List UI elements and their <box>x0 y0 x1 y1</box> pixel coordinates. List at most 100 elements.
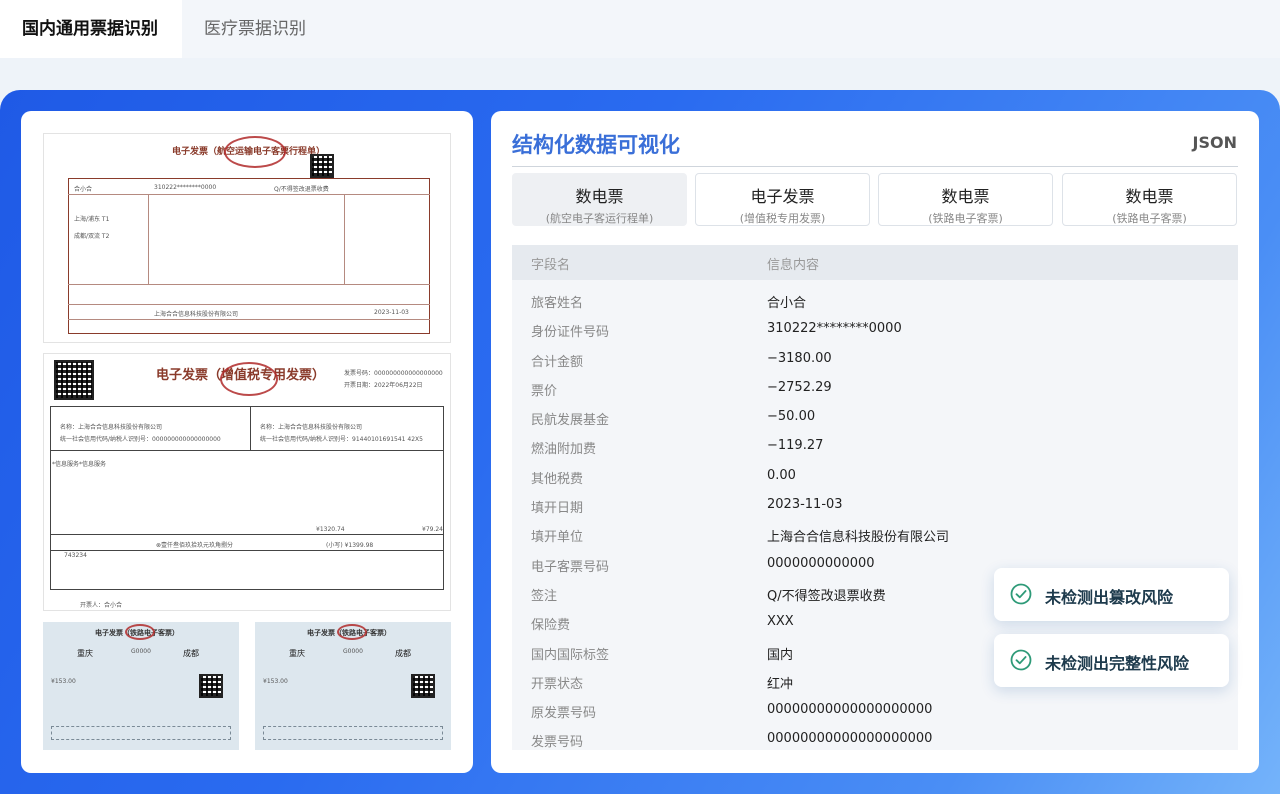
doc-tab-title: 数电票 <box>1125 187 1174 206</box>
field-name: 发票号码 <box>531 735 584 750</box>
station-to: 成都 <box>395 649 411 658</box>
tab-medical-invoice[interactable]: 医疗票据识别 <box>182 0 328 58</box>
header-field-name: 字段名 <box>531 258 571 273</box>
train-number: G0000 <box>343 648 363 655</box>
doc-tab-rail-ticket-1[interactable]: 数电票 (铁路电子客票) <box>878 173 1053 226</box>
invoice-rail-image-2[interactable]: 电子发票（铁路电子客票） 重庆 G0000 成都 ¥153.00 <box>255 622 451 750</box>
doc-tab-vat-invoice[interactable]: 电子发票 (增值税专用发票) <box>695 173 870 226</box>
qr-code <box>310 154 334 178</box>
item-tax: ¥79.24 <box>422 526 443 533</box>
field-value: 00000000000000000000 <box>767 702 933 718</box>
ticket-price: ¥153.00 <box>51 678 76 685</box>
table-rule <box>250 406 251 450</box>
field-value: −119.27 <box>767 438 824 454</box>
field-value: 00000000000000000000 <box>767 731 933 747</box>
tamper-check-badge: 未检测出篡改风险 <box>994 568 1229 621</box>
buyer-tax-id: 统一社会信用代码/纳税人识别号：000000000000000000 <box>60 436 221 443</box>
qr-code <box>411 674 435 698</box>
table-rule <box>68 194 430 195</box>
table-row: 票价 −2752.29 <box>512 372 1238 401</box>
station-from: 重庆 <box>289 649 305 658</box>
passenger-id: 310222********0000 <box>154 184 217 191</box>
doc-tab-subtitle: (铁路电子客票) <box>1112 212 1187 225</box>
check-circle-icon <box>1010 649 1032 671</box>
tab-bar: 国内通用票据识别 医疗票据识别 <box>0 0 1280 58</box>
divider <box>512 166 1238 167</box>
route-from: 上海/浦东 T1 <box>74 216 110 223</box>
table-rule <box>50 450 444 451</box>
table-rule <box>344 194 345 284</box>
qr-code <box>199 674 223 698</box>
doc-tab-title: 数电票 <box>941 187 990 206</box>
invoice-date: 开票日期：2022年06月22日 <box>344 382 423 389</box>
header-field-value: 信息内容 <box>767 258 820 273</box>
passenger-name: 合小合 <box>74 186 93 193</box>
invoice-rail-image-1[interactable]: 电子发票（铁路电子客票） 重庆 G0000 成都 ¥153.00 <box>43 622 239 750</box>
item-name: *信息服务*信息服务 <box>52 461 107 468</box>
panel-title: 结构化数据可视化 <box>512 133 680 157</box>
field-name: 票价 <box>531 383 558 399</box>
train-number: G0000 <box>131 648 151 655</box>
table-row: 填开日期 2023-11-03 <box>512 489 1238 518</box>
table-row: 民航发展基金 −50.00 <box>512 401 1238 430</box>
field-name: 签注 <box>531 588 558 604</box>
route-to: 成都/双流 T2 <box>74 233 110 240</box>
field-name: 民航发展基金 <box>531 413 610 429</box>
field-value: Q/不得签改退票收费 <box>767 588 886 604</box>
field-value: 0.00 <box>767 467 796 483</box>
table-row: 原发票号码 00000000000000000000 <box>512 694 1238 723</box>
table-rule <box>50 550 444 551</box>
issuer-name: 上海合合信息科技股份有限公司 <box>154 311 239 318</box>
table-row: 燃油附加费 −119.27 <box>512 430 1238 459</box>
field-name: 开票状态 <box>531 676 584 692</box>
field-value: 310222********0000 <box>767 321 902 337</box>
seal-stamp <box>220 362 278 396</box>
seal-stamp <box>224 136 286 168</box>
ticket-footer-box <box>51 726 231 740</box>
item-amount: ¥1320.74 <box>316 526 345 533</box>
field-name: 电子客票号码 <box>531 559 610 575</box>
field-value: 国内 <box>767 647 794 663</box>
table-rule <box>68 304 430 305</box>
field-name: 原发票号码 <box>531 706 597 722</box>
field-name: 保险费 <box>531 618 571 634</box>
seal-stamp <box>125 624 155 640</box>
issue-date: 2023-11-03 <box>374 309 409 316</box>
doc-tab-air-itinerary[interactable]: 数电票 (航空电子客运行程单) <box>512 173 687 226</box>
json-button[interactable]: JSON <box>1193 133 1237 152</box>
tab-general-invoice[interactable]: 国内通用票据识别 <box>0 0 182 58</box>
doc-tab-subtitle: (航空电子客运行程单) <box>545 212 654 225</box>
table-row: 其他税费 0.00 <box>512 460 1238 489</box>
field-value: 红冲 <box>767 676 794 692</box>
invoice-number: 发票号码：000000000000000000 <box>344 370 443 377</box>
total-in-words: ⊗壹仟叁佰玖拾玖元玖角捌分 <box>156 542 234 549</box>
doc-tab-title: 数电票 <box>575 187 624 206</box>
doc-tab-subtitle: (铁路电子客票) <box>928 212 1003 225</box>
table-header: 字段名 信息内容 <box>512 245 1238 280</box>
station-from: 重庆 <box>77 649 93 658</box>
invoice-air-itinerary-image[interactable]: 电子发票（航空运输电子客票行程单） 合小合 310222********0000… <box>43 133 451 343</box>
field-value: −50.00 <box>767 409 816 425</box>
remark: 743234 <box>64 552 87 559</box>
ticket-price: ¥153.00 <box>263 678 288 685</box>
ticket-footer-box <box>263 726 443 740</box>
field-name: 填开日期 <box>531 501 584 517</box>
table-row: 发票号码 00000000000000000000 <box>512 723 1238 750</box>
table-rule <box>68 319 430 320</box>
seller-name: 名称：上海合合信息科技股份有限公司 <box>260 424 363 431</box>
check-circle-icon <box>1010 583 1032 605</box>
field-value: −2752.29 <box>767 379 832 395</box>
integrity-check-text: 未检测出完整性风险 <box>1045 654 1190 673</box>
total-amount: (小写) ¥1399.98 <box>326 542 374 549</box>
invoice-image-panel: 电子发票（航空运输电子客票行程单） 合小合 310222********0000… <box>21 111 473 773</box>
doc-tab-title: 电子发票 <box>750 187 815 206</box>
field-value: 上海合合信息科技股份有限公司 <box>767 530 950 546</box>
doc-tab-rail-ticket-2[interactable]: 数电票 (铁路电子客票) <box>1062 173 1237 226</box>
structured-data-panel: 结构化数据可视化 JSON 数电票 (航空电子客运行程单) 电子发票 (增值税专… <box>491 111 1259 773</box>
invoice-vat-image[interactable]: 电子发票（增值税专用发票） 发票号码：000000000000000000 开票… <box>43 353 451 611</box>
doc-tab-subtitle: (增值税专用发票) <box>739 212 826 225</box>
qr-code <box>54 360 94 400</box>
buyer-name: 名称：上海合合信息科技股份有限公司 <box>60 424 163 431</box>
field-name: 其他税费 <box>531 471 584 487</box>
field-value: −3180.00 <box>767 350 832 366</box>
